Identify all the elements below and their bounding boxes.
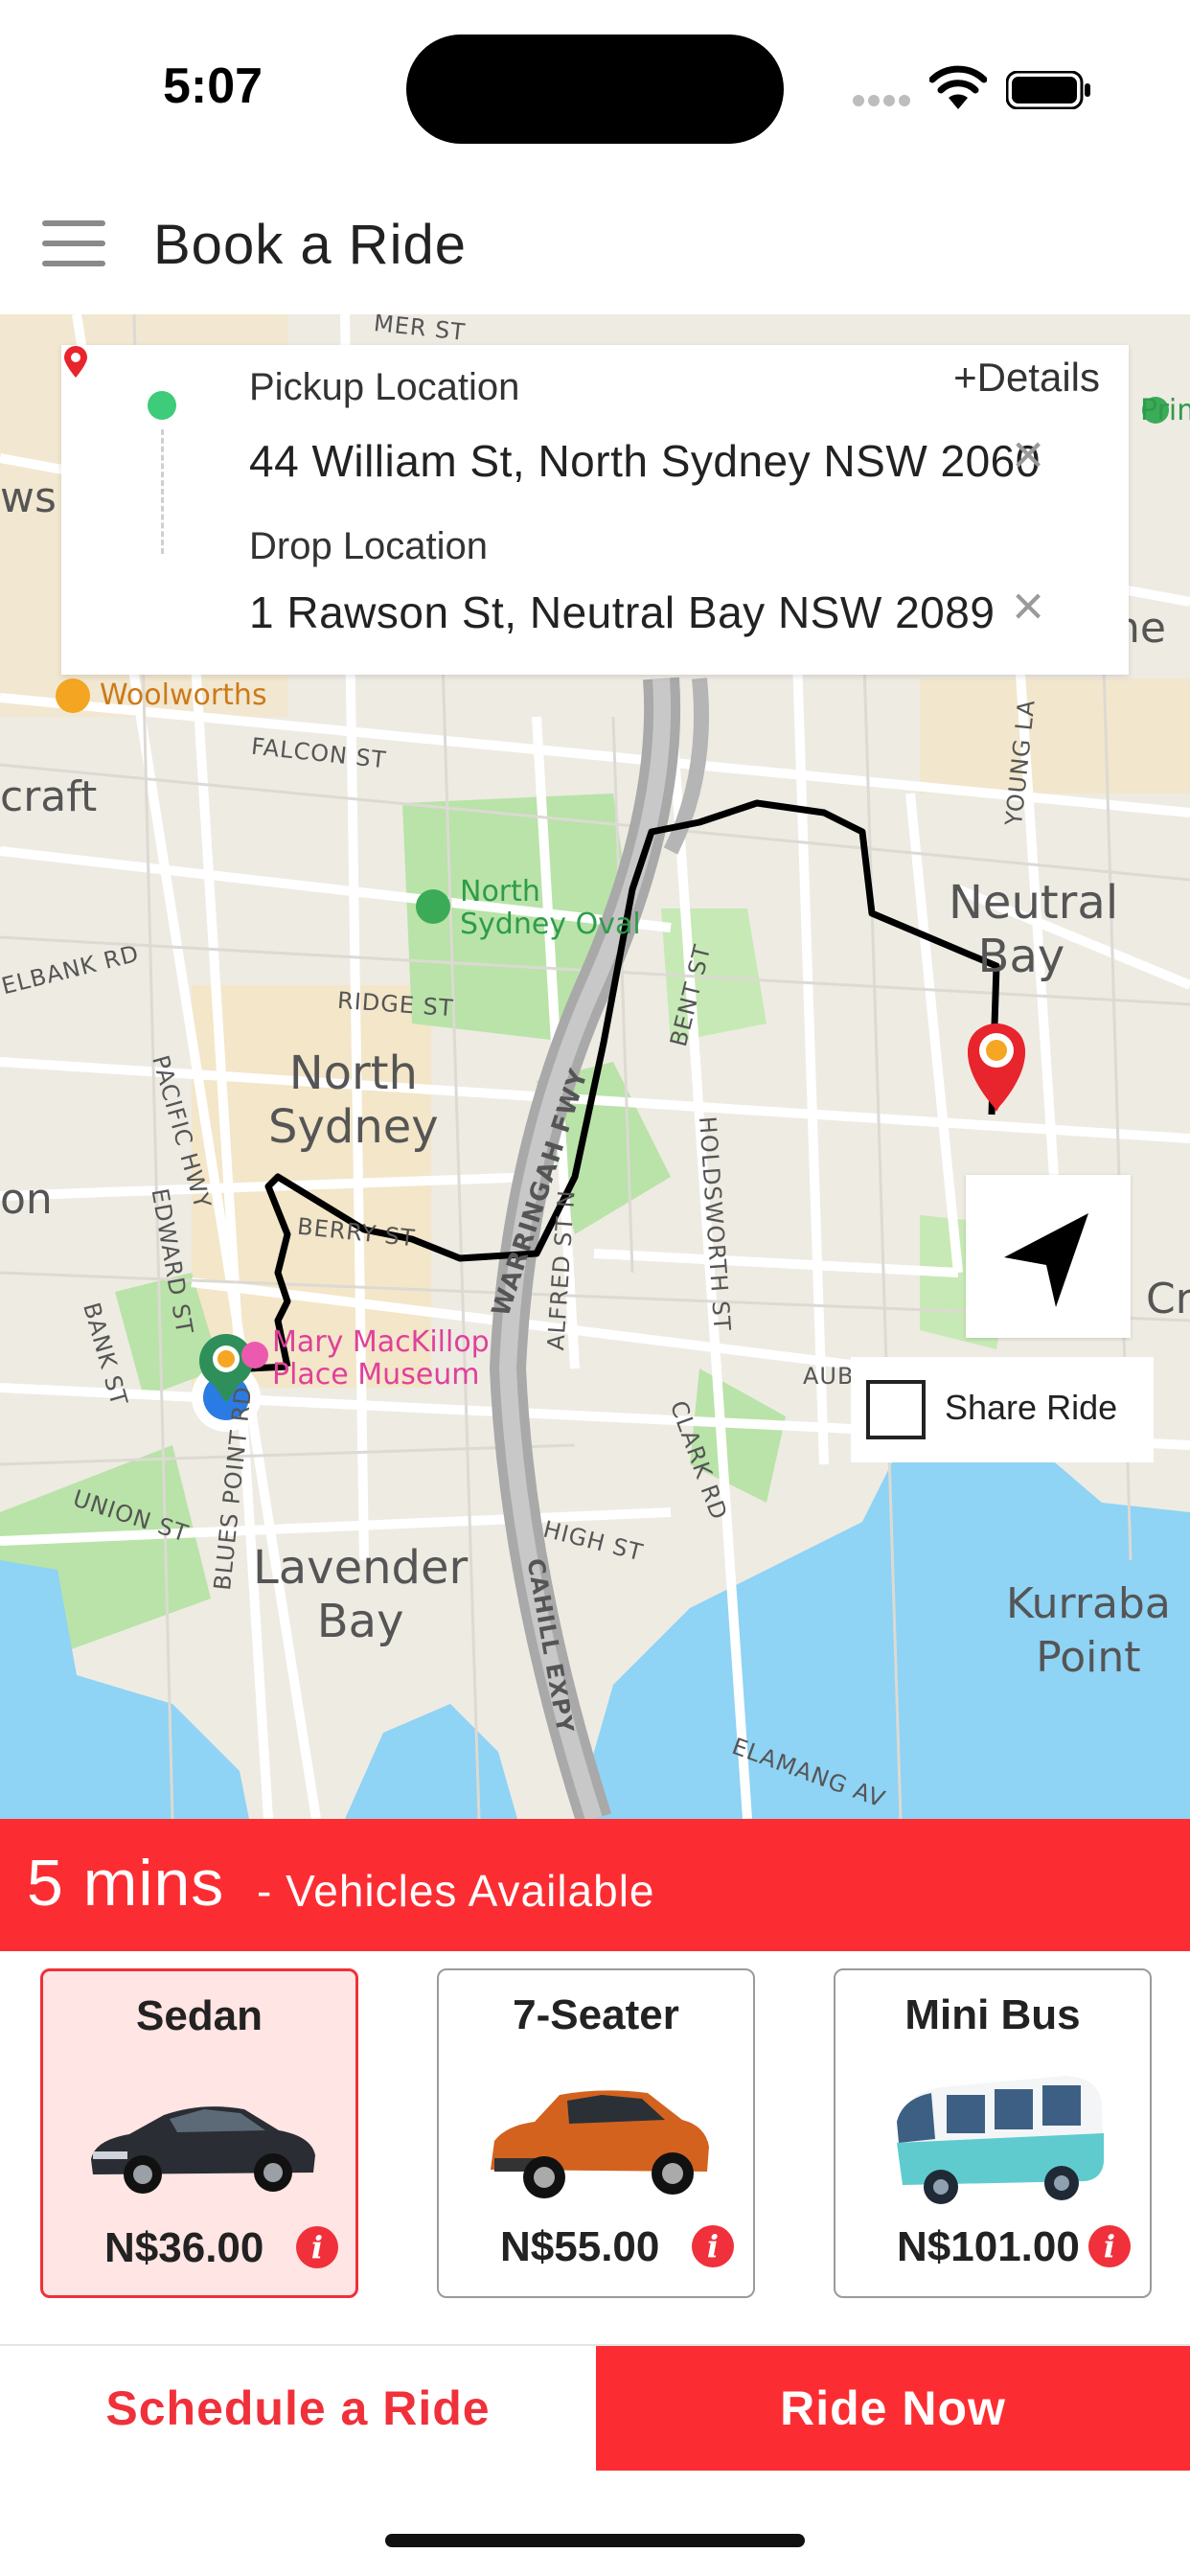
route-connector: [161, 429, 164, 554]
vehicle-option-sedan[interactable]: Sedan N$36.00 i: [40, 1968, 358, 2298]
battery-icon: [1006, 71, 1090, 109]
wifi-icon: [929, 65, 987, 109]
suv-car-icon: [491, 2090, 709, 2198]
clear-pickup-icon[interactable]: ×: [1004, 427, 1052, 483]
vehicle-price: N$36.00: [104, 2224, 264, 2271]
location-card: +Details Pickup Location 44 William St, …: [61, 345, 1129, 675]
eta-banner: 5 mins - Vehicles Available: [0, 1819, 1190, 1951]
map-label-on: on: [0, 1175, 53, 1224]
share-ride-toggle[interactable]: Share Ride: [851, 1357, 1154, 1462]
drop-location-field[interactable]: 1 Rawson St, Neutral Bay NSW 2089: [249, 586, 1054, 638]
pickup-label: Pickup Location: [249, 366, 520, 408]
details-link[interactable]: +Details: [953, 355, 1100, 401]
poi-woolworths[interactable]: Woolworths: [100, 678, 267, 712]
minibus-icon: [897, 2076, 1104, 2204]
page-title: Book a Ride: [153, 214, 467, 276]
poi-north-sydney-oval[interactable]: North Sydney Oval: [460, 876, 641, 941]
clear-drop-icon[interactable]: ×: [1004, 579, 1052, 634]
sedan-car-icon: [91, 2106, 315, 2194]
eta-status-text: - Vehicles Available: [257, 1866, 655, 1916]
map-view[interactable]: North Sydney Neutral Bay Lavender Bay Kurr…: [0, 314, 1190, 1819]
share-ride-checkbox[interactable]: [866, 1380, 926, 1439]
map-label-kurraba-point: Kurraba Point: [1006, 1579, 1171, 1682]
status-time: 5:07: [163, 58, 263, 114]
map-label-lavender-bay: Lavender Bay: [253, 1541, 469, 1648]
vehicle-name: Sedan: [135, 1992, 263, 2039]
app-header: Book a Ride: [0, 172, 1190, 314]
vehicle-name: 7-Seater: [513, 1991, 679, 2038]
eta-minutes: 5 mins: [27, 1847, 225, 1920]
info-icon[interactable]: i: [296, 2226, 338, 2268]
drop-pin-icon: [64, 346, 87, 378]
dynamic-island: [406, 34, 784, 144]
map-label-ws: ws: [0, 473, 57, 522]
map-label-craft: craft: [0, 772, 98, 821]
hamburger-menu-icon[interactable]: [42, 220, 105, 268]
navigation-arrow-icon: [1004, 1213, 1088, 1307]
schedule-ride-button[interactable]: Schedule a Ride: [0, 2346, 596, 2471]
poi-prim: Prim: [1140, 394, 1190, 427]
poi-mary-mackillop-museum[interactable]: Mary MacKillop Place Museum: [272, 1326, 490, 1392]
map-label-cre: Cre: [1146, 1275, 1190, 1323]
drop-label: Drop Location: [249, 525, 489, 567]
action-bar: Schedule a Ride Ride Now: [0, 2344, 1190, 2471]
vehicle-price: N$101.00: [897, 2223, 1080, 2270]
vehicle-option-mini-bus[interactable]: Mini Bus N$101.00 i: [834, 1968, 1152, 2298]
pickup-dot-icon: [148, 391, 176, 420]
status-bar: 5:07: [0, 0, 1190, 172]
info-icon[interactable]: i: [692, 2225, 734, 2267]
woolworths-poi-dot: [56, 678, 90, 713]
info-icon[interactable]: i: [1088, 2225, 1131, 2267]
vehicle-name: Mini Bus: [904, 1991, 1081, 2038]
ride-now-button[interactable]: Ride Now: [596, 2346, 1190, 2471]
vehicle-option-7-seater[interactable]: 7-Seater N$55.00 i: [437, 1968, 755, 2298]
locate-me-button[interactable]: [966, 1175, 1131, 1338]
map-label-neutral-bay: Neutral Bay: [949, 876, 1119, 983]
share-ride-label: Share Ride: [945, 1388, 1118, 1427]
pickup-location-field[interactable]: 44 William St, North Sydney NSW 2060: [249, 435, 1054, 487]
cellular-signal-icon: [853, 94, 914, 107]
vehicle-price: N$55.00: [500, 2223, 660, 2270]
map-label-north-sydney: North Sydney: [268, 1046, 439, 1154]
home-indicator[interactable]: [385, 2534, 805, 2547]
